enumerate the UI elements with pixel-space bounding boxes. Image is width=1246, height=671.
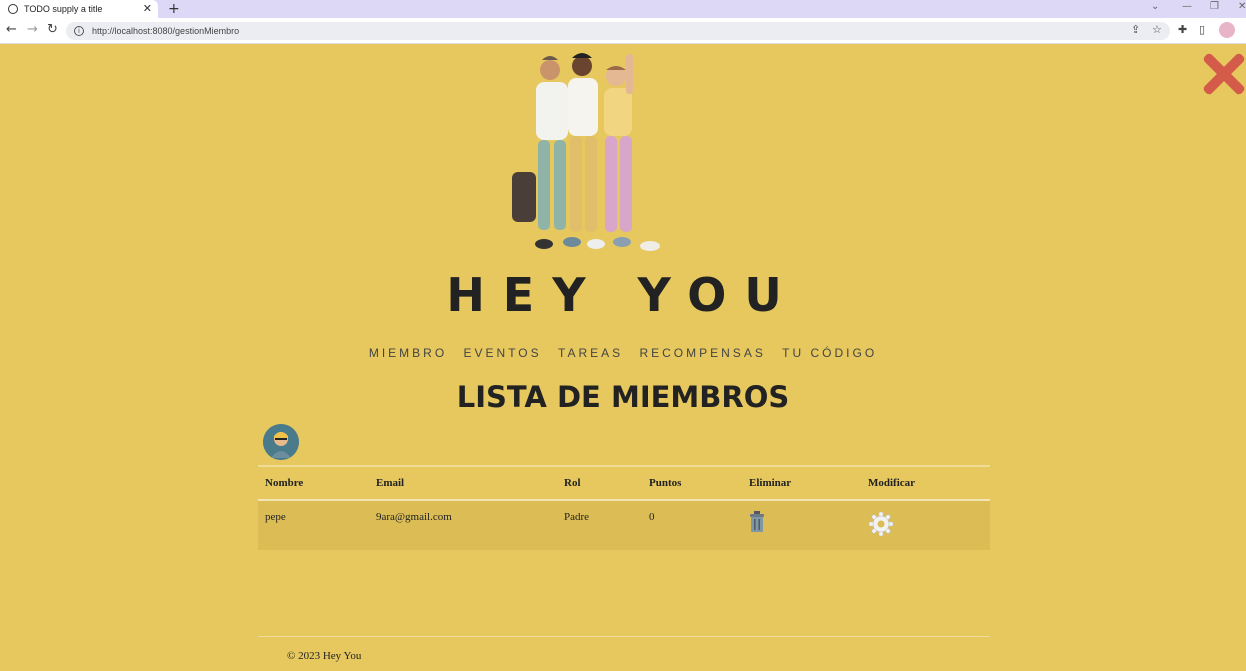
nav-item-tu-codigo[interactable]: TU CÓDIGO (782, 346, 877, 360)
nav-item-miembro[interactable]: MIEMBRO (369, 346, 447, 360)
table-header-row: Nombre Email Rol Puntos Eliminar Modific… (258, 466, 990, 500)
profile-avatar[interactable] (1219, 22, 1235, 38)
hero-illustration (512, 53, 660, 251)
cell-modificar (861, 500, 990, 550)
trash-icon[interactable] (749, 511, 765, 536)
minimize-icon[interactable]: — (1182, 1, 1192, 12)
site-info-icon[interactable]: i (74, 26, 84, 36)
header-eliminar: Eliminar (749, 477, 792, 489)
cell-eliminar (742, 500, 861, 550)
header-modificar: Modificar (868, 477, 916, 489)
restore-icon[interactable]: ❐ (1210, 1, 1219, 12)
nav-item-tareas[interactable]: TAREAS (558, 346, 623, 360)
back-icon[interactable]: ← (6, 22, 17, 37)
bookmark-star-icon[interactable]: ☆ (1152, 23, 1162, 36)
cell-puntos: 0 (642, 500, 742, 550)
gear-icon[interactable] (868, 511, 894, 540)
forward-icon[interactable]: → (27, 22, 38, 37)
share-icon[interactable]: ⇪ (1131, 23, 1140, 36)
side-panel-icon[interactable]: ▯ (1199, 23, 1205, 36)
brand-title: HEY YOU (446, 268, 800, 322)
header-nombre: Nombre (265, 477, 304, 489)
cell-email: 9ara@gmail.com (369, 500, 557, 550)
tab-title: TODO supply a title (24, 4, 103, 14)
header-email: Email (376, 477, 405, 489)
page-title: LISTA DE MIEMBROS (456, 380, 790, 414)
footer-copyright: © 2023 Hey You (287, 650, 362, 662)
address-bar: ← → ↻ i http://localhost:8080/gestionMie… (0, 18, 1246, 44)
add-member-avatar[interactable] (263, 424, 299, 460)
cell-rol: Padre (557, 500, 642, 550)
header-puntos: Puntos (649, 477, 682, 489)
extensions-icon[interactable]: ✚ (1178, 23, 1187, 36)
table-row: pepe 9ara@gmail.com Padre 0 (258, 500, 990, 550)
browser-tab-bar: TODO supply a title ✕ + ⌄ — ❐ ✕ (0, 0, 1246, 18)
avatar-icon (263, 424, 299, 460)
tab-search-icon[interactable]: ⌄ (1151, 1, 1159, 12)
window-close-icon[interactable]: ✕ (1238, 1, 1246, 12)
globe-icon (8, 4, 18, 14)
nav-item-recompensas[interactable]: RECOMPENSAS (639, 346, 765, 360)
tab-close-icon[interactable]: ✕ (143, 2, 152, 15)
browser-tab[interactable]: TODO supply a title ✕ (0, 0, 158, 18)
new-tab-button[interactable]: + (168, 0, 180, 18)
close-icon[interactable] (1199, 48, 1246, 96)
main-nav: MIEMBRO EVENTOS TAREAS RECOMPENSAS TU CÓ… (0, 346, 1246, 360)
url-text: http://localhost:8080/gestionMiembro (92, 26, 240, 36)
nav-item-eventos[interactable]: EVENTOS (464, 346, 542, 360)
members-table: Nombre Email Rol Puntos Eliminar Modific… (258, 465, 990, 550)
url-field[interactable]: i http://localhost:8080/gestionMiembro (66, 22, 1170, 40)
header-rol: Rol (564, 477, 581, 489)
cell-nombre: pepe (258, 500, 369, 550)
footer-divider (258, 636, 990, 637)
reload-icon[interactable]: ↻ (47, 22, 58, 37)
